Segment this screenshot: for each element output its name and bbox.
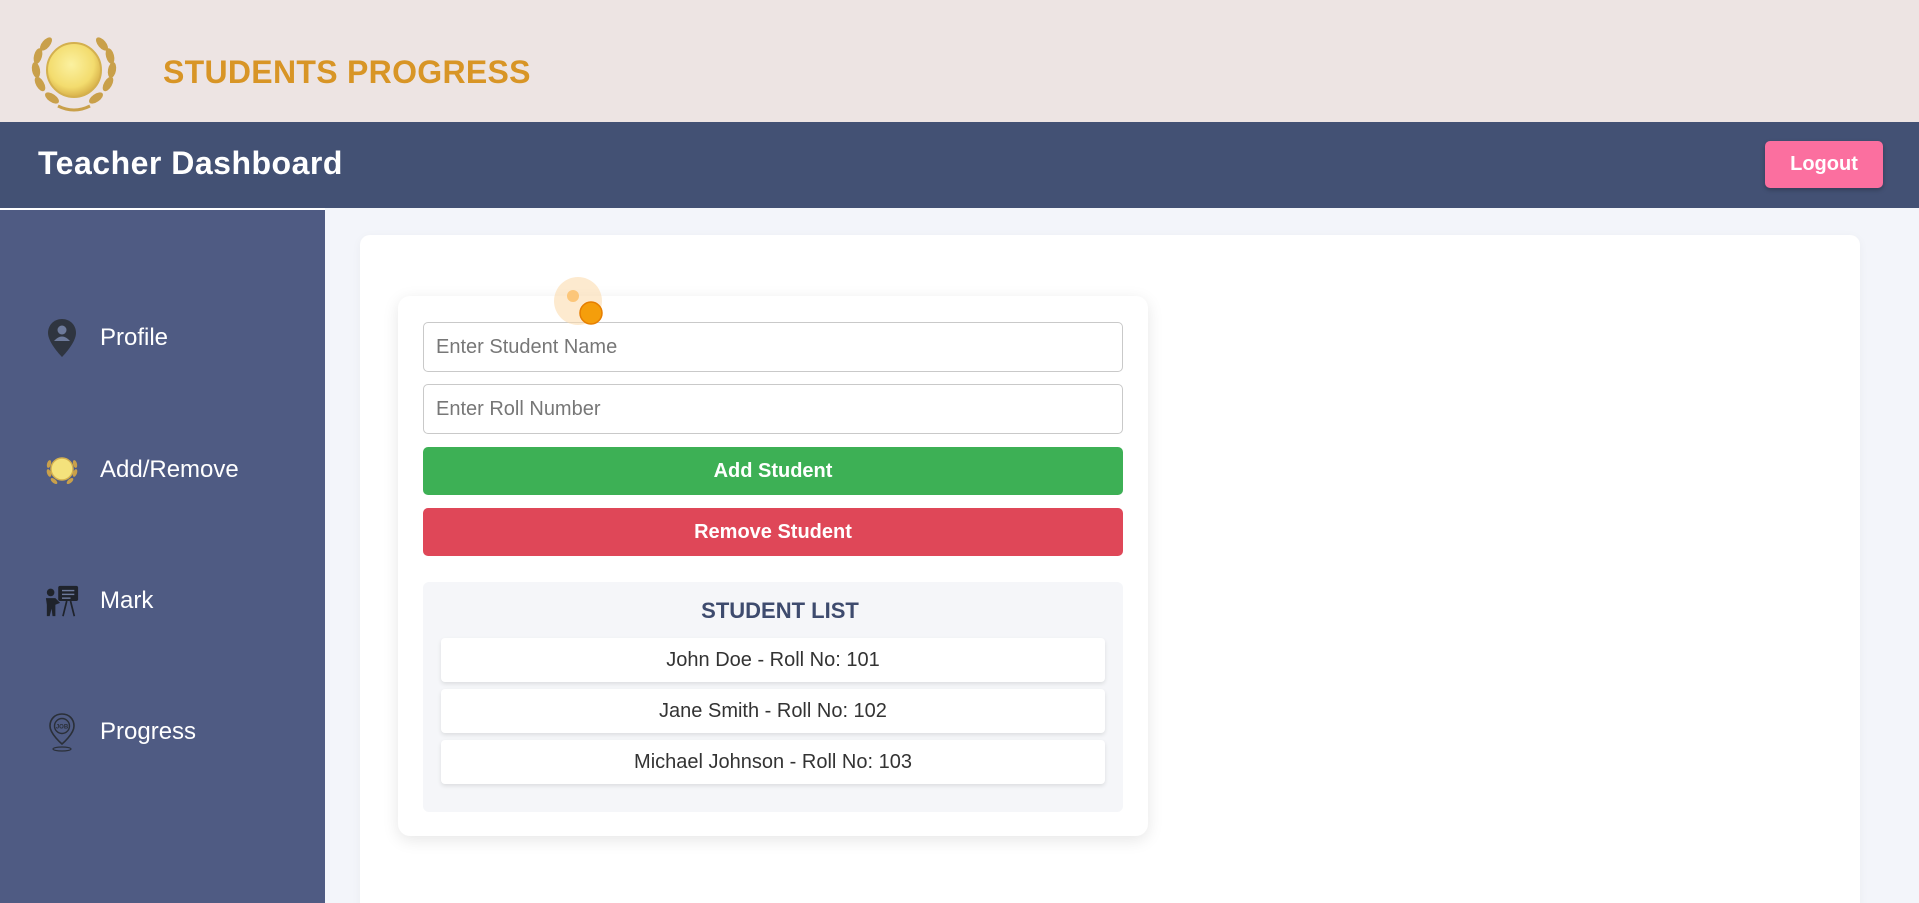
brand-title: STUDENTS PROGRESS [163,54,531,90]
add-student-button[interactable]: Add Student [423,447,1123,495]
sidebar: Profile Add/Remove Mark JOB Progress [0,208,325,903]
student-form-card: Add Student Remove Student STUDENT LIST … [398,296,1148,836]
dashboard-header: Teacher Dashboard Logout [0,122,1919,208]
svg-text:JOB: JOB [56,725,69,731]
roll-number-input[interactable] [423,384,1123,434]
teacher-board-icon [44,581,80,621]
location-user-icon [44,318,80,358]
sidebar-item-label: Mark [100,587,154,614]
remove-student-button[interactable]: Remove Student [423,508,1123,556]
list-item: Jane Smith - Roll No: 102 [441,689,1105,733]
sidebar-item-label: Profile [100,324,169,351]
sidebar-item-label: Add/Remove [100,456,239,483]
laurel-medal-icon [44,450,80,490]
job-pin-icon: JOB [44,712,80,752]
sidebar-item-progress[interactable]: JOB Progress [0,702,325,762]
logout-button[interactable]: Logout [1765,141,1883,188]
cursor-indicator-icon [554,277,603,325]
student-list-title: STUDENT LIST [701,598,859,623]
sidebar-item-label: Progress [100,718,197,745]
laurel-medal-icon [31,37,117,112]
student-list: STUDENT LIST John Doe - Roll No: 101 Jan… [423,582,1123,812]
list-item: Michael Johnson - Roll No: 103 [441,740,1105,784]
sidebar-item-mark[interactable]: Mark [0,571,325,631]
brand-bar: STUDENTS PROGRESS [0,0,1919,122]
page-title: Teacher Dashboard [38,145,343,181]
list-item: John Doe - Roll No: 101 [441,638,1105,682]
student-name-input[interactable] [423,322,1123,372]
sidebar-item-profile[interactable]: Profile [0,308,325,368]
sidebar-item-add-remove[interactable]: Add/Remove [0,440,325,500]
